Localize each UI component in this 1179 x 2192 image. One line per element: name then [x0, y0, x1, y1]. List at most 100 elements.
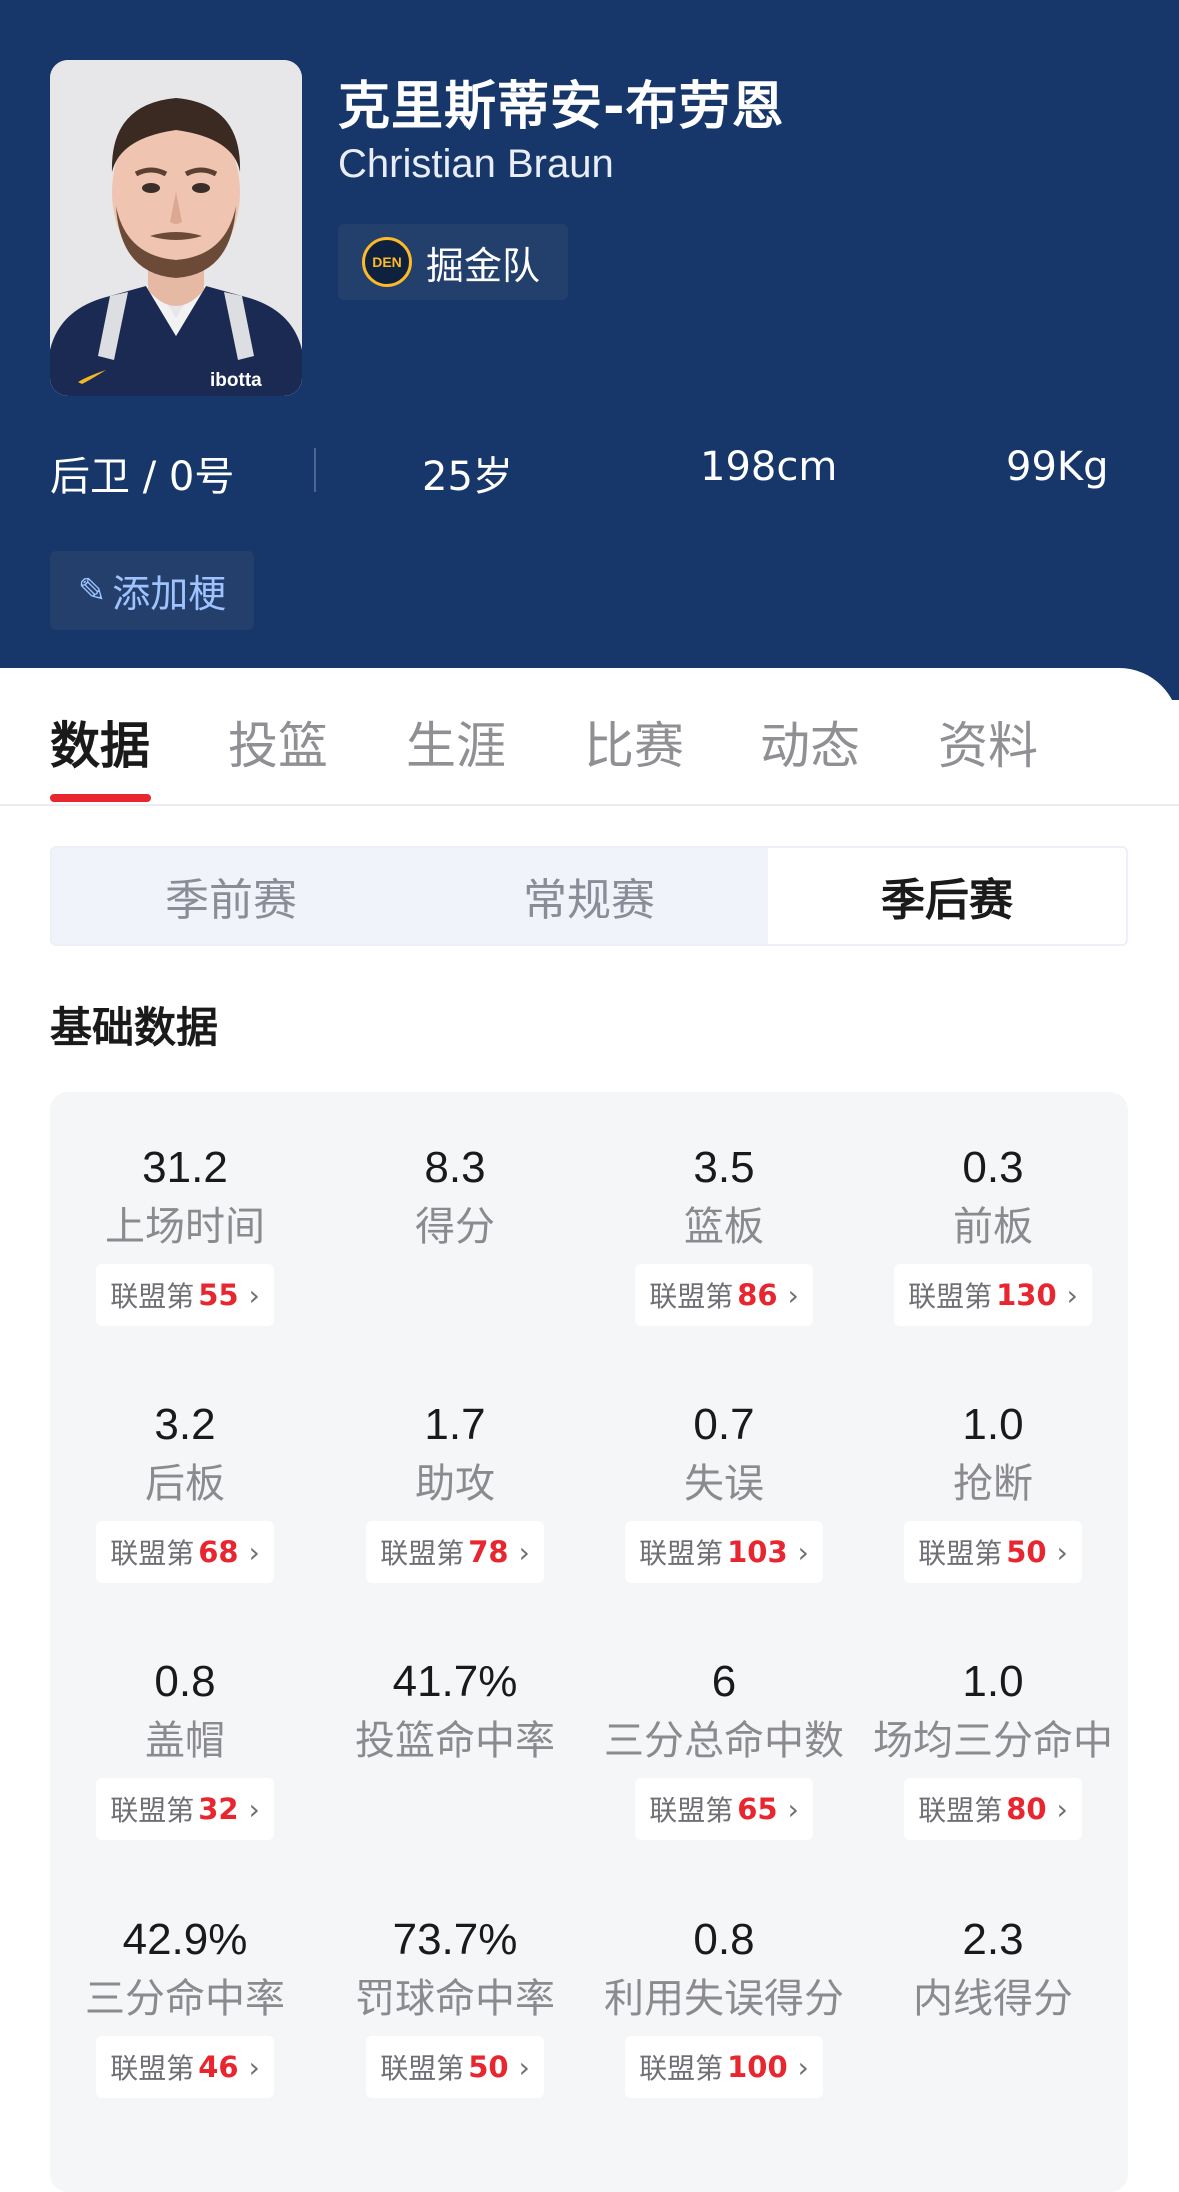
player-photo: ibotta — [50, 60, 302, 396]
rank-prefix: 联盟第 — [110, 1537, 195, 1570]
stat-label: 内线得分 — [913, 1976, 1073, 2022]
stat-cell: 0.7 失误 联盟第 103 › — [589, 1397, 859, 1583]
rank-number: 32 — [198, 1792, 239, 1826]
chevron-right-icon: › — [518, 2050, 530, 2084]
add-meme-button[interactable]: ✎ 添加梗 — [50, 551, 254, 630]
league-rank-button[interactable]: 联盟第 103 › — [625, 1521, 823, 1583]
stat-label: 三分命中率 — [85, 1976, 285, 2022]
stat-value: 3.2 — [154, 1400, 216, 1449]
season-segment-control: 季前赛 常规赛 季后赛 — [50, 846, 1128, 946]
rank-prefix: 联盟第 — [380, 1537, 465, 1570]
chevron-right-icon: › — [248, 1535, 260, 1569]
stat-value: 31.2 — [142, 1143, 228, 1192]
stat-cell: 1.0 场均三分命中 联盟第 80 › — [858, 1654, 1128, 1840]
league-rank-button[interactable]: 联盟第 65 › — [635, 1778, 813, 1840]
league-rank-button[interactable]: 联盟第 68 › — [96, 1521, 274, 1583]
league-rank-button[interactable]: 联盟第 50 › — [366, 2036, 544, 2098]
rank-number: 46 — [198, 2050, 239, 2084]
stat-cell: 1.0 抢断 联盟第 50 › — [858, 1397, 1128, 1583]
stat-label: 助攻 — [415, 1461, 495, 1507]
tab-career[interactable]: 生涯 — [406, 706, 506, 778]
stat-value: 2.3 — [962, 1915, 1024, 1964]
stat-label: 罚球命中率 — [355, 1976, 555, 2022]
chevron-right-icon: › — [248, 1278, 260, 1312]
section-title: 基础数据 — [50, 1003, 219, 1052]
stat-cell: 6 三分总命中数 联盟第 65 › — [589, 1654, 859, 1840]
stat-label: 后板 — [145, 1461, 225, 1507]
rank-prefix: 联盟第 — [649, 1280, 734, 1313]
player-height: 198cm — [700, 444, 838, 490]
stat-label: 失误 — [684, 1461, 764, 1507]
segment-playoffs[interactable]: 季后赛 — [768, 848, 1126, 944]
player-weight: 99Kg — [1006, 444, 1109, 490]
tab-profile[interactable]: 资料 — [938, 706, 1038, 778]
rank-number: 78 — [468, 1535, 509, 1569]
rank-number: 100 — [727, 2050, 788, 2084]
rank-number: 130 — [996, 1278, 1057, 1312]
tab-data[interactable]: 数据 — [50, 706, 150, 778]
active-tab-indicator — [50, 794, 151, 802]
segment-regular-season[interactable]: 常规赛 — [410, 848, 768, 944]
jersey-sponsor: ibotta — [210, 370, 262, 391]
rank-number: 86 — [737, 1278, 778, 1312]
stat-value: 0.8 — [154, 1657, 216, 1706]
chevron-right-icon: › — [797, 1535, 809, 1569]
tab-games[interactable]: 比赛 — [584, 706, 684, 778]
main-content: 数据 投篮 生涯 比赛 动态 资料 季前赛 常规赛 季后赛 基础数据 31.2 上… — [0, 668, 1179, 2192]
stat-cell: 2.3 内线得分 — [858, 1912, 1128, 2030]
rank-number: 80 — [1006, 1792, 1047, 1826]
stat-label: 盖帽 — [145, 1718, 225, 1764]
rank-prefix: 联盟第 — [918, 1794, 1003, 1827]
rank-prefix: 联盟第 — [110, 1280, 195, 1313]
stat-value: 6 — [711, 1657, 737, 1706]
league-rank-button[interactable]: 联盟第 55 › — [96, 1264, 274, 1326]
team-badge[interactable]: DEN 掘金队 — [338, 224, 568, 300]
chevron-right-icon: › — [248, 1792, 260, 1826]
stat-value: 42.9% — [122, 1915, 248, 1964]
chevron-right-icon: › — [787, 1792, 799, 1826]
team-name: 掘金队 — [426, 243, 541, 288]
chevron-right-icon: › — [1066, 1278, 1078, 1312]
league-rank-button[interactable]: 联盟第 32 › — [96, 1778, 274, 1840]
rank-prefix: 联盟第 — [639, 2052, 724, 2085]
league-rank-button[interactable]: 联盟第 50 › — [904, 1521, 1082, 1583]
stat-label: 抢断 — [953, 1461, 1033, 1507]
rank-number: 103 — [727, 1535, 788, 1569]
stat-value: 41.7% — [392, 1657, 518, 1706]
edit-pen-icon: ✎ — [77, 570, 107, 611]
chevron-right-icon: › — [248, 2050, 260, 2084]
stat-cell: 73.7% 罚球命中率 联盟第 50 › — [320, 1912, 590, 2098]
segment-preseason[interactable]: 季前赛 — [52, 848, 410, 944]
stat-value: 8.3 — [424, 1143, 486, 1192]
chevron-right-icon: › — [1056, 1792, 1068, 1826]
league-rank-button[interactable]: 联盟第 100 › — [625, 2036, 823, 2098]
league-rank-button[interactable]: 联盟第 80 › — [904, 1778, 1082, 1840]
league-rank-button[interactable]: 联盟第 46 › — [96, 2036, 274, 2098]
stat-cell: 41.7% 投篮命中率 — [320, 1654, 590, 1772]
add-meme-label: 添加梗 — [112, 572, 227, 616]
league-rank-button[interactable]: 联盟第 86 › — [635, 1264, 813, 1326]
stat-cell: 42.9% 三分命中率 联盟第 46 › — [50, 1912, 320, 2098]
rank-number: 50 — [468, 2050, 509, 2084]
tab-shooting[interactable]: 投篮 — [228, 706, 328, 778]
stat-cell: 0.8 盖帽联盟第 32 › — [50, 1654, 320, 1840]
stat-label: 上场时间 — [105, 1204, 265, 1250]
stat-label: 得分 — [415, 1204, 495, 1250]
player-header: ibotta 克里斯蒂安-布劳恩 Christian Braun DEN 掘金队… — [0, 0, 1179, 700]
rank-prefix: 联盟第 — [110, 1794, 195, 1827]
team-logo-icon: DEN — [362, 237, 412, 287]
tab-bar: 数据 投篮 生涯 比赛 动态 资料 — [0, 668, 1179, 806]
stat-value: 3.5 — [693, 1143, 755, 1192]
bio-row: 后卫 / 0号 25岁 198cm 99Kg — [50, 440, 1130, 500]
stat-value: 0.3 — [962, 1143, 1024, 1192]
league-rank-button[interactable]: 联盟第 78 › — [366, 1521, 544, 1583]
rank-prefix: 联盟第 — [918, 1537, 1003, 1570]
tab-news[interactable]: 动态 — [760, 706, 860, 778]
rank-prefix: 联盟第 — [380, 2052, 465, 2085]
stats-card: 31.2 上场时间 联盟第 55 › 8.3 得分 3.5 篮板 联盟第 86 › 0.3 前板 联盟第 13… — [50, 1092, 1128, 2192]
stat-cell: 3.2 后板联盟第 68 › — [50, 1397, 320, 1583]
rank-number: 65 — [737, 1792, 778, 1826]
chevron-right-icon: › — [518, 1535, 530, 1569]
rank-number: 55 — [198, 1278, 239, 1312]
league-rank-button[interactable]: 联盟第 130 › — [894, 1264, 1092, 1326]
